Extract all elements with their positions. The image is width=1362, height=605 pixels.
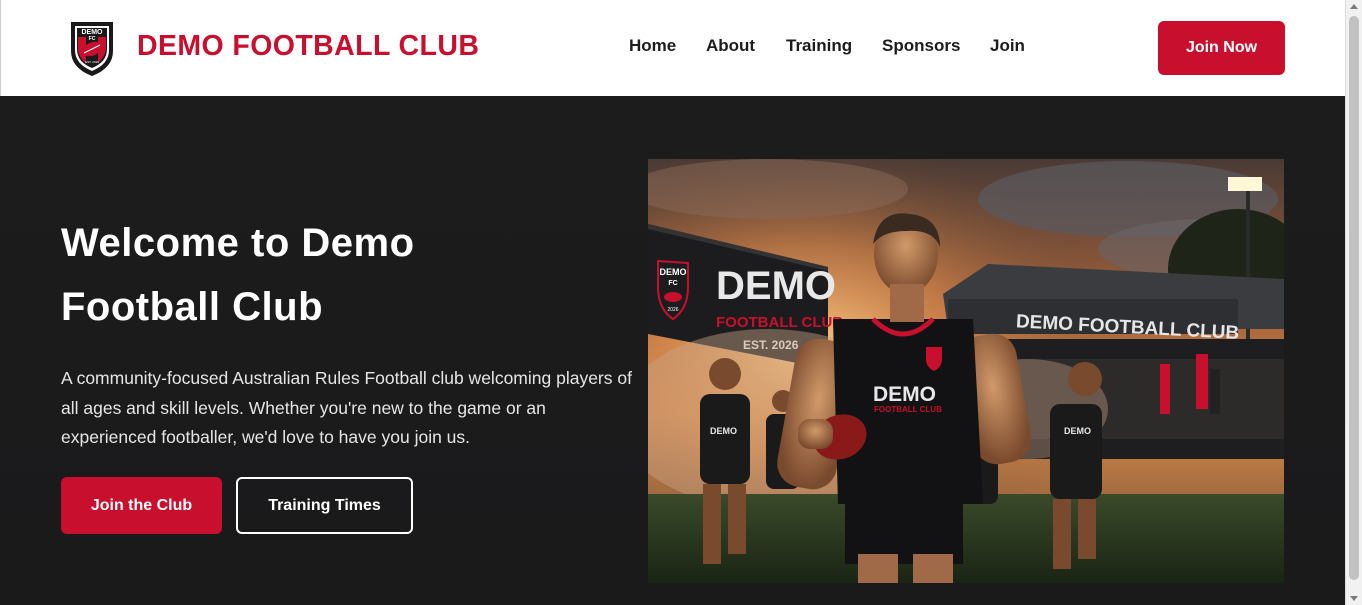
jersey-demo: DEMO — [873, 383, 936, 406]
nav-home[interactable]: Home — [629, 36, 676, 56]
club-logo-icon[interactable]: DEMO FC EST. 2026 — [68, 19, 116, 77]
scroll-thumb[interactable] — [1349, 16, 1359, 580]
nav-training[interactable]: Training — [786, 36, 852, 56]
banner-football-club: FOOTBALL CLUB — [716, 314, 843, 331]
brand-name[interactable]: DEMO FOOTBALL CLUB — [137, 30, 479, 63]
nav-join[interactable]: Join — [990, 36, 1025, 56]
hero-description: A community-focused Australian Rules Foo… — [61, 368, 632, 447]
site-header: DEMO FC EST. 2026 DEMO FOOTBALL CLUB Hom… — [0, 0, 1345, 96]
join-now-button[interactable]: Join Now — [1158, 21, 1285, 75]
nav-sponsors[interactable]: Sponsors — [882, 36, 960, 56]
nav-about[interactable]: About — [706, 36, 755, 56]
jersey-small-right: DEMO — [1064, 426, 1091, 436]
banner-demo: DEMO — [716, 264, 836, 308]
banner-badge-demo: DEMO — [660, 267, 687, 277]
logo-text-fc: FC — [89, 36, 96, 42]
join-club-button[interactable]: Join the Club — [61, 477, 222, 534]
banner-badge-year: 2026 — [667, 307, 678, 313]
banner-badge-fc: FC — [668, 280, 677, 287]
scroll-down-arrow-icon[interactable] — [1350, 596, 1358, 601]
hero-section: Welcome to Demo Football Club A communit… — [0, 96, 1345, 605]
logo-text-est: EST. 2026 — [85, 60, 99, 64]
scroll-up-arrow-icon[interactable] — [1350, 4, 1358, 9]
page: DEMO FC EST. 2026 DEMO FOOTBALL CLUB Hom… — [0, 0, 1345, 605]
hero-team-photo: DEMO FOOTBALL CLUB DEMO FC 2026 DEMO FOO… — [648, 159, 1284, 583]
jersey-football-club: FOOTBALL CLUB — [874, 405, 942, 414]
hero-title: Welcome to Demo Football Club — [61, 221, 415, 329]
logo-text-demo: DEMO — [82, 29, 104, 36]
training-times-button[interactable]: Training Times — [236, 477, 413, 534]
page-scrollbar[interactable] — [1345, 0, 1362, 605]
jersey-small-left: DEMO — [710, 426, 737, 436]
